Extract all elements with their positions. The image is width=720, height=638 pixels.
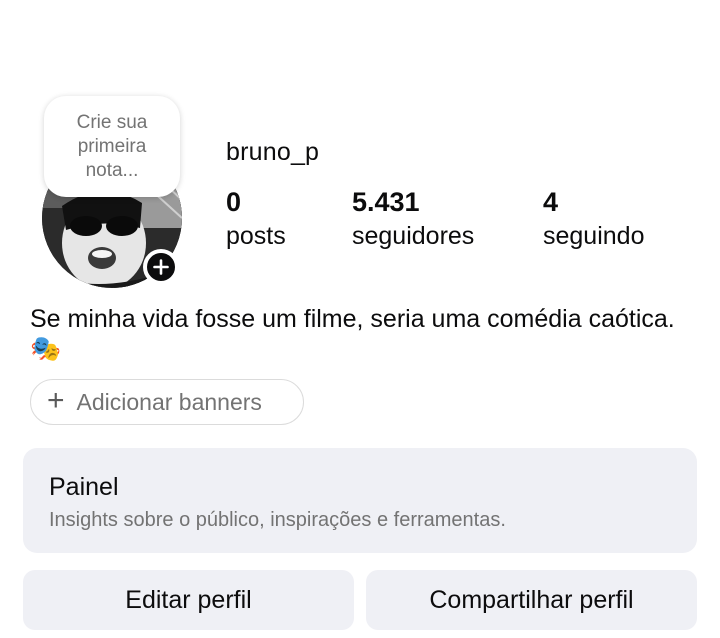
dashboard-subtitle: Insights sobre o público, inspirações e … <box>49 509 506 531</box>
stat-following[interactable]: 4 seguindo <box>543 186 644 254</box>
username: bruno_p <box>226 138 320 166</box>
note-prompt: Crie sua primeira nota... <box>76 112 148 181</box>
share-profile-label: Compartilhar perfil <box>429 585 634 614</box>
add-banners-label: Adicionar banners <box>76 388 262 415</box>
note-bubble[interactable]: Crie sua primeira nota... <box>44 96 180 197</box>
edit-profile-label: Editar perfil <box>125 585 252 614</box>
stat-followers[interactable]: 5.431 seguidores <box>352 186 474 254</box>
posts-label: posts <box>226 222 286 250</box>
following-count: 4 <box>543 187 559 217</box>
followers-count: 5.431 <box>352 187 420 217</box>
bio: Se minha vida fosse um filme, seria uma … <box>30 305 675 363</box>
dashboard-title: Painel <box>49 473 119 501</box>
add-banners-button[interactable]: + Adicionar banners <box>30 379 304 425</box>
profile-page: Crie sua primeira nota... bruno_p 0 post… <box>0 0 720 638</box>
edit-profile-button[interactable]: Editar perfil <box>23 570 354 630</box>
plus-icon: + <box>47 383 65 417</box>
stat-posts[interactable]: 0 posts <box>226 186 286 254</box>
add-story-button[interactable] <box>143 249 179 285</box>
following-label: seguindo <box>543 222 645 250</box>
followers-label: seguidores <box>352 222 475 250</box>
share-profile-button[interactable]: Compartilhar perfil <box>366 570 697 630</box>
plus-icon <box>153 259 169 275</box>
dashboard-card[interactable]: Painel Insights sobre o público, inspira… <box>23 448 697 553</box>
posts-count: 0 <box>226 187 242 217</box>
